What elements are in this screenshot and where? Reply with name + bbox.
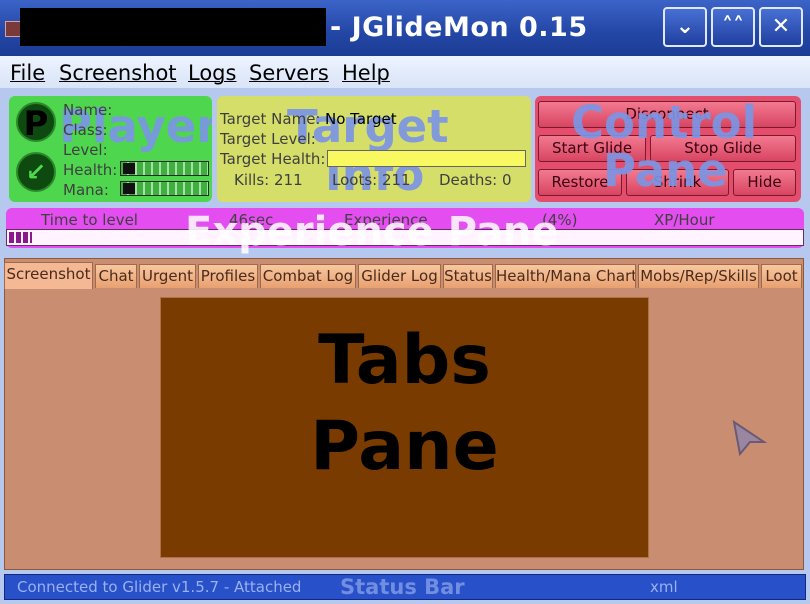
tabs-pane-label-line2: Pane	[310, 407, 499, 486]
menu-help[interactable]: Help	[342, 60, 390, 86]
status-bar: Connected to Glider v1.5.7 - Attached St…	[4, 574, 806, 600]
time-to-level-label: Time to level	[41, 211, 138, 229]
status-right-text: xml	[650, 578, 678, 596]
tab-urgent[interactable]: Urgent	[139, 264, 196, 288]
control-overlay-label: Control	[571, 96, 758, 149]
window-title: - JGlideMon 0.15	[330, 12, 588, 43]
tabs-pane-label: Tabs Pane	[161, 318, 648, 490]
hide-button[interactable]: Hide	[733, 169, 796, 196]
menu-servers[interactable]: Servers	[249, 60, 329, 86]
menu-screenshot[interactable]: Screenshot	[59, 60, 177, 86]
target-health-bar	[327, 150, 526, 167]
control-panel: Disconnect Start Glide Stop Glide Restor…	[535, 96, 801, 202]
tab-glider-log[interactable]: Glider Log	[358, 264, 441, 288]
tab-health-mana-chart[interactable]: Health/Mana Chart	[495, 264, 636, 288]
experience-overlay-label: Experience Pane	[185, 209, 559, 255]
tab-strip: Screenshot Chat Urgent Profiles Combat L…	[4, 262, 806, 289]
tab-combat-log[interactable]: Combat Log	[260, 264, 356, 288]
player-class-label: Class:	[63, 121, 108, 139]
title-bar[interactable]: - JGlideMon 0.15 ⌄ ˄˄ ✕	[0, 0, 810, 56]
menu-bar: File Screenshot Logs Servers Help	[0, 56, 810, 88]
tabs-pane-label-line1: Tabs	[318, 321, 491, 400]
health-bar-marker	[123, 163, 135, 174]
player-mana-label: Mana:	[63, 181, 109, 199]
player-name-label: Name:	[63, 101, 113, 119]
experience-progress-fill	[9, 232, 32, 243]
control-overlay-label-2: Pane	[603, 144, 728, 197]
mouse-cursor-icon	[732, 419, 768, 457]
tab-chat[interactable]: Chat	[95, 264, 137, 288]
screenshot-view[interactable]: Tabs Pane	[160, 297, 649, 558]
app-icon	[5, 21, 21, 37]
mana-bar-marker	[123, 183, 135, 194]
menu-file[interactable]: File	[10, 60, 45, 86]
xp-hour-label: XP/Hour	[654, 211, 715, 229]
tab-status[interactable]: Status	[443, 264, 493, 288]
player-info-panel: P ↙ Player Name: Class: Level: Health: M…	[9, 96, 212, 202]
player-level-label: Level:	[63, 141, 108, 159]
deaths-count: Deaths: 0	[439, 171, 512, 189]
main-area: P ↙ Player Name: Class: Level: Health: M…	[0, 88, 810, 604]
health-bar	[120, 161, 209, 176]
chevron-down-icon: ⌄	[675, 14, 695, 39]
close-button[interactable]: ✕	[759, 7, 803, 47]
minimize-button[interactable]: ⌄	[663, 7, 707, 47]
player-health-label: Health:	[63, 161, 118, 179]
tab-loot[interactable]: Loot	[761, 264, 802, 288]
menu-logs[interactable]: Logs	[188, 60, 236, 86]
loots-count: Loots: 211	[332, 171, 411, 189]
tab-screenshot[interactable]: Screenshot	[4, 262, 93, 289]
target-info-panel: Target Info Target Name: No Target Targe…	[217, 96, 531, 202]
direction-arrow-icon: ↙	[16, 152, 56, 192]
kills-count: Kills: 211	[234, 171, 303, 189]
target-health-label: Target Health:	[220, 150, 326, 168]
target-name-value: No Target	[325, 110, 397, 128]
double-chevron-up-icon: ˄˄	[722, 14, 744, 39]
close-icon: ✕	[771, 14, 791, 39]
status-overlay-label: Status Bar	[340, 575, 465, 599]
maximize-button[interactable]: ˄˄	[711, 7, 755, 47]
redacted-title-block	[20, 8, 326, 46]
tab-profiles[interactable]: Profiles	[198, 264, 258, 288]
tab-mobs-rep-skills[interactable]: Mobs/Rep/Skills	[638, 264, 759, 288]
connection-status-text: Connected to Glider v1.5.7 - Attached	[17, 578, 302, 596]
mana-bar	[120, 181, 209, 196]
player-avatar: P	[16, 102, 56, 144]
target-level-label: Target Level:	[220, 130, 316, 148]
target-name-label: Target Name:	[220, 110, 321, 128]
